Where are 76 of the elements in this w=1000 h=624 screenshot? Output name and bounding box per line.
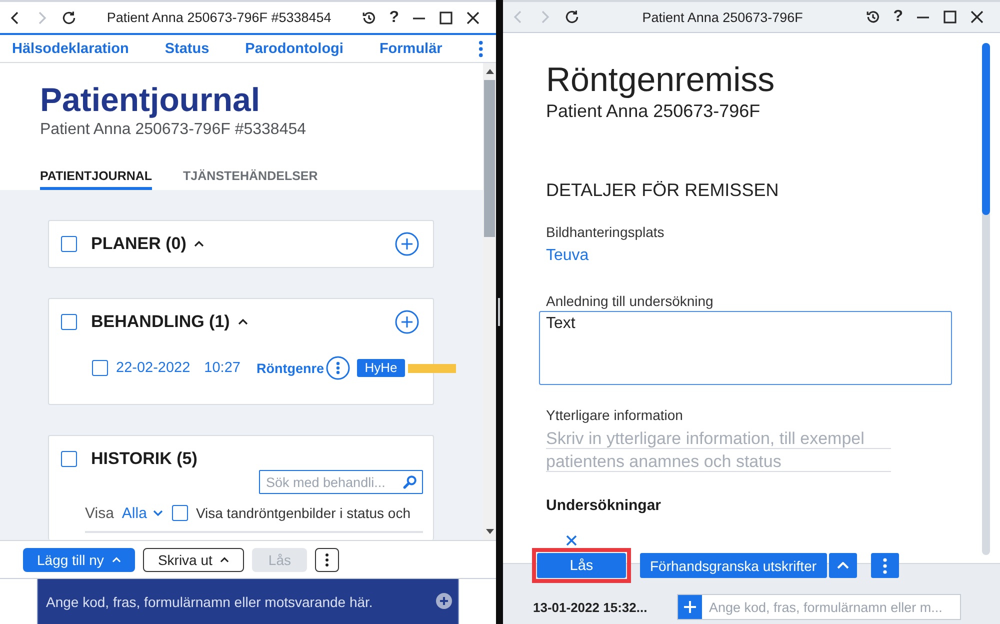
menu-link[interactable]: Status bbox=[164, 40, 210, 56]
section-title: HISTORIK (5) bbox=[91, 449, 198, 469]
checkbox[interactable] bbox=[172, 505, 188, 521]
split-button[interactable]: Förhandsgranska utskrifter bbox=[640, 553, 827, 578]
caret-icon[interactable] bbox=[194, 241, 204, 247]
field-label: Ytterligare information bbox=[546, 406, 683, 424]
scroll-down-icon[interactable] bbox=[486, 529, 494, 534]
initials-tag: HyHe bbox=[356, 359, 405, 377]
search-field[interactable]: Sök med behandli... bbox=[259, 470, 423, 494]
reload-icon[interactable] bbox=[565, 10, 579, 24]
checkbox[interactable] bbox=[61, 236, 77, 252]
dropdown-button[interactable]: Lägg till ny bbox=[23, 548, 135, 572]
filter-dropdown[interactable]: Alla bbox=[122, 504, 163, 522]
help-button[interactable]: ? bbox=[893, 9, 903, 25]
menu-link[interactable]: Parodontologi bbox=[245, 40, 344, 56]
checkbox[interactable] bbox=[61, 451, 77, 467]
location-link[interactable]: Teuva bbox=[546, 246, 589, 266]
patient-subtitle: Patient Anna 250673-796F #5338454 bbox=[40, 120, 308, 140]
add-icon[interactable] bbox=[395, 232, 419, 256]
exams-heading: Undersökningar bbox=[546, 496, 662, 516]
section-heading: DETALJER FÖR REMISSEN bbox=[546, 179, 779, 202]
add-icon[interactable] bbox=[436, 593, 452, 609]
timestamp: 13-01-2022 15:32... bbox=[533, 600, 648, 614]
entry-link[interactable]: Röntgenre bbox=[256, 360, 324, 376]
option-label: Visa tandröntgenbilder i status och bbox=[196, 505, 410, 521]
patient-subtitle: Patient Anna 250673-796F bbox=[546, 100, 760, 122]
scroll-up-icon[interactable] bbox=[486, 69, 494, 74]
caret-icon bbox=[112, 556, 121, 562]
window-title: Patient Anna 250673-796F bbox=[641, 10, 804, 24]
maximize-icon[interactable] bbox=[943, 10, 957, 24]
add-icon[interactable] bbox=[395, 310, 419, 334]
history-icon[interactable] bbox=[362, 10, 376, 24]
kebab-menu-icon[interactable] bbox=[478, 40, 484, 58]
reload-icon[interactable] bbox=[62, 10, 76, 24]
field-label: Anledning till undersökning bbox=[546, 292, 714, 310]
chevron-down-icon bbox=[152, 510, 163, 516]
more-button[interactable] bbox=[314, 548, 339, 572]
kebab-icon bbox=[882, 558, 887, 574]
action-button[interactable]: Lås bbox=[537, 553, 626, 578]
help-button[interactable]: ? bbox=[389, 10, 399, 26]
scrollbar[interactable] bbox=[483, 63, 496, 540]
menu-link[interactable]: Hälsodeklaration bbox=[12, 40, 129, 56]
reason-field[interactable]: Text bbox=[539, 311, 952, 385]
command-field[interactable]: Ange kod, fras, formulärnamn eller m... bbox=[677, 594, 961, 620]
field-label: Bildhanteringsplats bbox=[546, 223, 664, 241]
more-icon[interactable] bbox=[326, 356, 350, 380]
window-title: Patient Anna 250673-796F #5338454 bbox=[106, 10, 332, 25]
checkbox[interactable] bbox=[92, 360, 108, 376]
checkbox[interactable] bbox=[61, 314, 77, 330]
caret-icon bbox=[836, 562, 849, 570]
section-title: PLANER (0) bbox=[91, 234, 186, 254]
close-icon[interactable] bbox=[466, 10, 480, 24]
history-icon[interactable] bbox=[866, 10, 880, 24]
filter-label: Visa bbox=[85, 504, 114, 522]
search-icon[interactable] bbox=[403, 475, 417, 489]
caret-icon bbox=[220, 556, 230, 562]
section-title: BEHANDLING (1) bbox=[91, 312, 230, 332]
caret-icon[interactable] bbox=[238, 319, 248, 325]
page-title: Patientjournal bbox=[40, 80, 262, 120]
dropdown-button[interactable] bbox=[828, 553, 857, 578]
plus-icon[interactable] bbox=[678, 595, 702, 619]
command-field[interactable]: Ange kod, fras, formulärnamn eller motsvarande här. bbox=[37, 579, 459, 624]
scrollbar-thumb[interactable] bbox=[484, 80, 495, 237]
entry-time: 10:27 bbox=[204, 360, 240, 376]
kebab-icon bbox=[324, 552, 329, 566]
maximize-icon[interactable] bbox=[439, 10, 453, 24]
menu-link[interactable]: Formulär bbox=[379, 40, 442, 56]
dropdown-button[interactable]: Skriva ut bbox=[142, 548, 244, 572]
tab[interactable]: TJÄNSTEHÄNDELSER bbox=[183, 160, 318, 190]
close-icon[interactable] bbox=[970, 10, 984, 24]
remove-icon[interactable] bbox=[566, 535, 577, 546]
scrollbar[interactable] bbox=[982, 43, 990, 555]
splitter-handle[interactable] bbox=[498, 298, 500, 326]
entry-date: 22-02-2022 bbox=[116, 360, 190, 376]
scrollbar-thumb[interactable] bbox=[982, 43, 990, 215]
page-title: Röntgenremiss bbox=[546, 60, 775, 100]
